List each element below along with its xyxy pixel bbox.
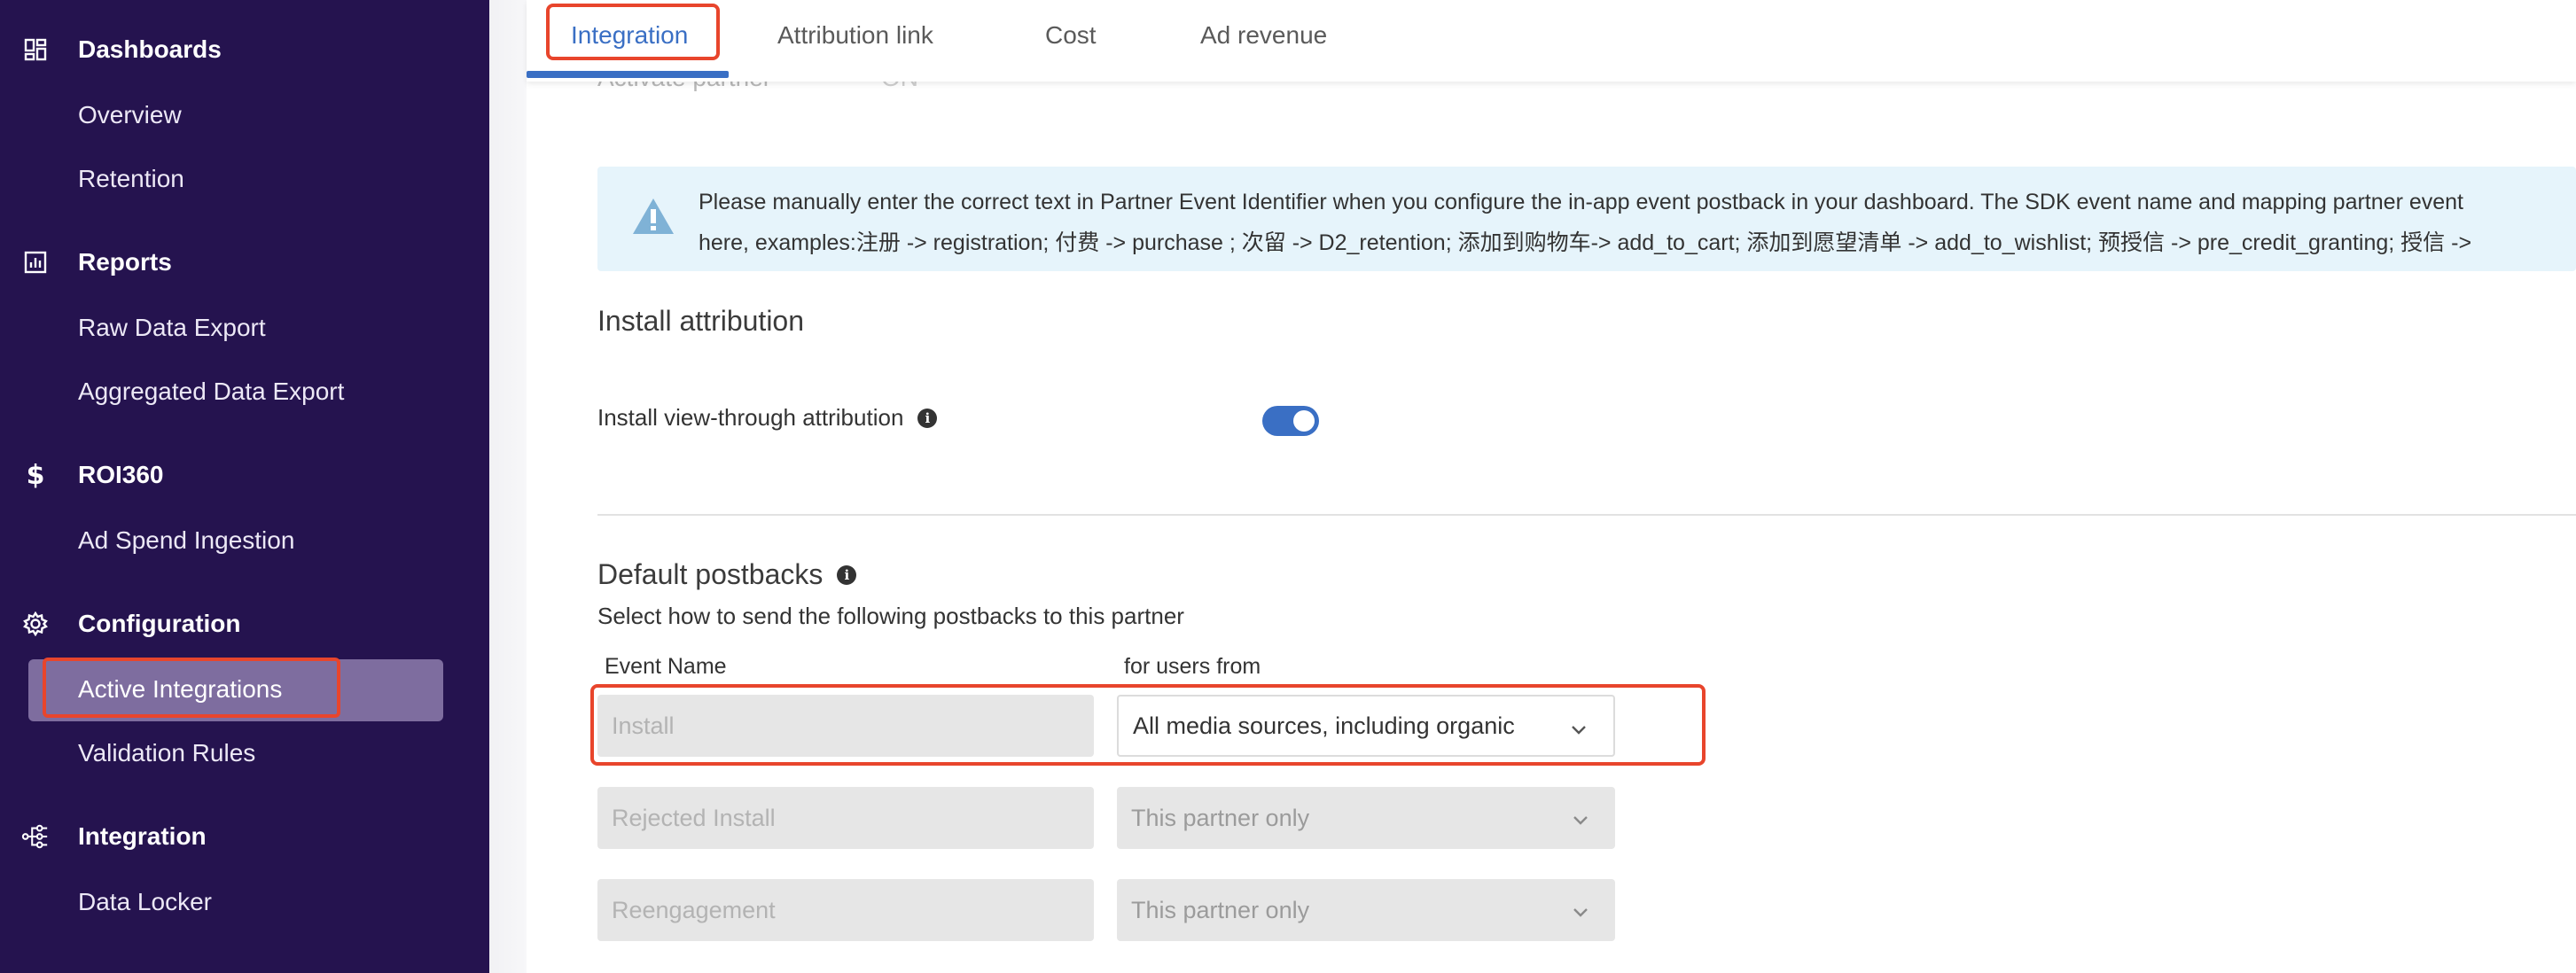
sidebar-item-overview[interactable]: Overview bbox=[78, 99, 182, 131]
info-icon[interactable]: i bbox=[837, 564, 857, 585]
sidebar-item-raw-data-export[interactable]: Raw Data Export bbox=[78, 312, 266, 344]
content-gutter bbox=[489, 0, 527, 973]
nav-section-label: Reports bbox=[78, 248, 172, 276]
warning-icon bbox=[631, 197, 675, 240]
dashboard-grid-icon bbox=[21, 35, 50, 64]
nav-section-label: Integration bbox=[78, 822, 207, 850]
chevron-down-icon bbox=[1571, 900, 1590, 928]
default-postbacks-header: Default postbacks i bbox=[597, 558, 857, 591]
nav-section-roi360[interactable]: $ ROI360 bbox=[0, 448, 489, 502]
nav-section-label: Dashboards bbox=[78, 35, 222, 63]
nav-section-reports[interactable]: Reports bbox=[0, 236, 489, 289]
tab-bar: Integration Attribution link Cost Ad rev… bbox=[527, 0, 2576, 82]
view-through-label: Install view-through attribution bbox=[597, 404, 904, 431]
view-through-row: Install view-through attribution i bbox=[597, 404, 938, 432]
sidebar-item-retention[interactable]: Retention bbox=[78, 163, 184, 195]
sidebar: Dashboards Overview Retention Reports Ra… bbox=[0, 0, 489, 973]
event-name-field-reengagement: Reengagement bbox=[597, 879, 1094, 941]
sidebar-item-ad-spend-ingestion[interactable]: Ad Spend Ingestion bbox=[78, 525, 294, 557]
default-postbacks-subtitle: Select how to send the following postbac… bbox=[597, 603, 1184, 629]
integration-nodes-icon bbox=[21, 822, 50, 851]
gear-icon bbox=[21, 610, 50, 638]
bar-chart-icon bbox=[21, 248, 50, 276]
sidebar-item-validation-rules[interactable]: Validation Rules bbox=[78, 737, 255, 769]
tab-cost[interactable]: Cost bbox=[1045, 21, 1097, 50]
select-value: This partner only bbox=[1131, 896, 1310, 923]
main-content: Activate partner ON Integration Attribut… bbox=[527, 0, 2576, 973]
install-attribution-title: Install attribution bbox=[597, 305, 805, 337]
default-postbacks-title: Default postbacks bbox=[597, 558, 824, 590]
nav-section-label: Configuration bbox=[78, 610, 241, 637]
tab-attribution-link[interactable]: Attribution link bbox=[777, 21, 933, 50]
users-from-select-rejected-install[interactable]: This partner only bbox=[1117, 787, 1615, 849]
event-name-field-rejected-install: Rejected Install bbox=[597, 787, 1094, 849]
tab-ad-revenue[interactable]: Ad revenue bbox=[1200, 21, 1327, 50]
highlight-box-tab bbox=[546, 4, 720, 60]
info-icon[interactable]: i bbox=[917, 408, 938, 428]
sidebar-item-aggregated-data-export[interactable]: Aggregated Data Export bbox=[78, 376, 344, 408]
view-through-toggle[interactable] bbox=[1262, 406, 1319, 436]
active-tab-indicator bbox=[527, 71, 729, 78]
select-value: This partner only bbox=[1131, 804, 1310, 831]
sidebar-item-data-locker[interactable]: Data Locker bbox=[78, 886, 212, 918]
info-alert: Please manually enter the correct text i… bbox=[597, 167, 2576, 271]
alert-text-line-1: Please manually enter the correct text i… bbox=[699, 190, 2463, 214]
alert-text-line-2: here, examples:注册 -> registration; 付费 ->… bbox=[699, 230, 2472, 255]
chevron-down-icon bbox=[1571, 808, 1590, 836]
column-header-users-from: for users from bbox=[1124, 654, 1261, 679]
nav-section-dashboards[interactable]: Dashboards bbox=[0, 23, 489, 76]
highlight-box-sidebar bbox=[43, 658, 340, 718]
highlight-box-install-row bbox=[590, 684, 1706, 766]
users-from-select-reengagement[interactable]: This partner only bbox=[1117, 879, 1615, 941]
nav-section-configuration[interactable]: Configuration bbox=[0, 597, 489, 650]
section-divider bbox=[597, 514, 2576, 516]
column-header-event-name: Event Name bbox=[605, 654, 727, 679]
toggle-knob bbox=[1293, 410, 1315, 432]
nav-section-integration[interactable]: Integration bbox=[0, 810, 489, 863]
nav-section-label: ROI360 bbox=[78, 461, 164, 488]
dollar-icon: $ bbox=[26, 459, 45, 491]
